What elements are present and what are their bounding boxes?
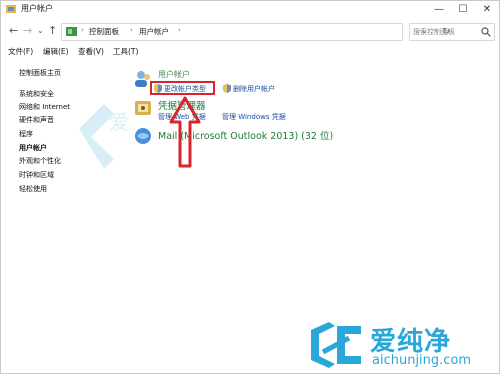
menu-tools[interactable]: 工具(T)	[113, 46, 138, 57]
close-button[interactable]: ✕	[475, 1, 499, 18]
address-box[interactable]: › 控制面板 › 用户帐户 › ⌄ ↻	[61, 23, 450, 41]
back-arrow-icon[interactable]: ←	[9, 24, 18, 37]
breadcrumb-chevron-icon: ›	[178, 26, 181, 34]
menu-file[interactable]: 文件(F)	[8, 46, 33, 57]
search-input[interactable]: 搜索控制面板	[413, 27, 455, 37]
sidebar-item-user-accounts[interactable]: 用户帐户	[19, 143, 47, 153]
mail-icon	[135, 128, 151, 144]
watermark-url: aichunjing.com	[372, 353, 472, 368]
breadcrumb-control-panel[interactable]: 控制面板	[89, 26, 119, 37]
user-accounts-icon	[6, 5, 16, 13]
up-arrow-icon[interactable]: ↑	[48, 24, 57, 37]
menu-edit[interactable]: 编辑(E)	[43, 46, 69, 57]
menu-bar: 文件(F) 编辑(E) 查看(V) 工具(T)	[1, 44, 499, 59]
address-row: ← → ⌄ ↑ › 控制面板 › 用户帐户 › ⌄ ↻ 搜索控制面板	[1, 18, 499, 44]
sidebar-item-system-security[interactable]: 系统和安全	[19, 89, 54, 99]
sidebar-item-ease-of-access[interactable]: 轻松使用	[19, 184, 47, 194]
breadcrumb-chevron-icon: ›	[81, 26, 84, 34]
title-bar: 用户帐户 — ☐ ✕	[1, 1, 499, 18]
user-accounts-section-title[interactable]: 用户帐户	[158, 69, 190, 80]
control-panel-icon	[66, 27, 77, 36]
menu-view[interactable]: 查看(V)	[78, 46, 104, 57]
control-panel-window: 用户帐户 — ☐ ✕ ← → ⌄ ↑ › 控制面板 › 用户帐户 › ⌄ ↻ 搜…	[0, 0, 500, 374]
forward-arrow-icon[interactable]: →	[23, 24, 32, 37]
breadcrumb-user-accounts[interactable]: 用户帐户	[139, 26, 169, 37]
annotation-arrow-icon	[169, 96, 201, 168]
breadcrumb-chevron-icon: ›	[130, 26, 133, 34]
sidebar-item-appearance[interactable]: 外观和个性化	[19, 156, 61, 166]
svg-text:爱: 爱	[109, 110, 129, 134]
highlight-box	[150, 81, 215, 95]
manage-windows-credentials-link[interactable]: 管理 Windows 凭据	[222, 112, 286, 122]
remove-user-accounts-link[interactable]: 删除用户帐户	[233, 84, 275, 94]
sidebar-item-network[interactable]: 网络和 Internet	[19, 102, 70, 112]
window-title: 用户帐户	[21, 4, 53, 13]
sidebar-item-control-panel-home[interactable]: 控制面板主页	[19, 68, 61, 78]
recent-chevron-icon[interactable]: ⌄	[37, 26, 44, 35]
sidebar-item-clock-region[interactable]: 时钟和区域	[19, 170, 54, 180]
sidebar-item-programs[interactable]: 程序	[19, 129, 33, 139]
uac-shield-icon	[223, 84, 231, 93]
watermark-logo	[311, 322, 361, 368]
search-box[interactable]: 搜索控制面板	[409, 23, 495, 41]
minimize-button[interactable]: —	[427, 1, 451, 18]
credential-manager-icon	[135, 101, 151, 115]
sidebar-item-hardware-sound[interactable]: 硬件和声音	[19, 115, 54, 125]
maximize-button[interactable]: ☐	[451, 1, 475, 18]
search-icon	[481, 27, 491, 37]
